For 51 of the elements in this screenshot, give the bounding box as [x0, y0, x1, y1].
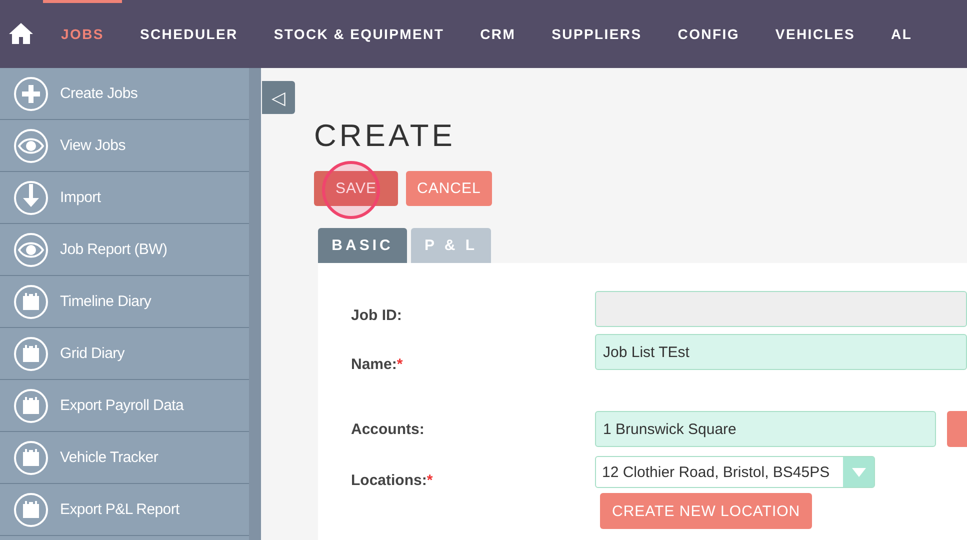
nav-tab[interactable]: STOCK & EQUIPMENT	[256, 0, 462, 68]
nav-tab[interactable]: AL	[873, 0, 930, 68]
sidebar-label: Vehicle Tracker	[60, 449, 158, 466]
nav-tab[interactable]: CONFIG	[660, 0, 758, 68]
calendar-icon	[13, 388, 49, 424]
field-label: Job ID:	[350, 306, 403, 324]
field-label: Name:*	[350, 355, 404, 373]
text-field[interactable]: 1 Brunswick Square	[595, 411, 936, 447]
sidebar-label: Export P&L Report	[60, 501, 180, 518]
sidebar-label: Export Payroll Data	[60, 397, 184, 414]
nav-tab[interactable]: SCHEDULER	[122, 0, 256, 68]
sidebar-item[interactable]: Import	[0, 172, 249, 224]
nav-tab[interactable]: SUPPLIERS	[534, 0, 660, 68]
calendar-icon	[13, 336, 49, 372]
collapse-button[interactable]: ◁	[262, 81, 295, 114]
sidebar-item[interactable]: Export Payroll Data	[0, 380, 249, 432]
field-label: Locations:*	[350, 471, 434, 489]
form-tab[interactable]: P & L	[411, 228, 491, 263]
save-button[interactable]: SAVE	[314, 171, 398, 206]
sidebar-label: Import	[60, 189, 101, 206]
plus-icon	[13, 76, 49, 112]
page-title: CREATE	[314, 118, 456, 155]
sidebar-item[interactable]: Create Jobs	[0, 68, 249, 120]
sidebar-item[interactable]: Job Report (BW)	[0, 224, 249, 276]
eye-icon	[13, 128, 49, 164]
create-location-button[interactable]: CREATE NEW LOCATION	[600, 493, 812, 529]
nav-tab[interactable]: CRM	[462, 0, 534, 68]
sidebar-scrollbar[interactable]	[249, 68, 261, 540]
sidebar-label: Create Jobs	[60, 85, 138, 102]
sidebar-label: View Jobs	[60, 137, 126, 154]
sidebar-item[interactable]: View Jobs	[0, 120, 249, 172]
dropdown-caret-icon	[852, 468, 866, 476]
sidebar-label: Timeline Diary	[60, 293, 152, 310]
home-icon[interactable]	[9, 22, 33, 46]
sidebar-item[interactable]: Export P&L Report	[0, 484, 249, 536]
sidebar-item[interactable]: Timeline Diary	[0, 276, 249, 328]
location-dropdown[interactable]: 12 Clothier Road, Bristol, BS45PS	[595, 456, 875, 488]
sidebar-item[interactable]: Vehicle Tracker	[0, 432, 249, 484]
calendar-icon	[13, 492, 49, 528]
cancel-button[interactable]: CANCEL	[406, 171, 492, 206]
sidebar-item[interactable]: Grid Diary	[0, 328, 249, 380]
text-field[interactable]: Job List TEst	[595, 334, 967, 370]
nav-tab[interactable]: VEHICLES	[757, 0, 874, 68]
eye-icon	[13, 232, 49, 268]
select-button[interactable]	[947, 411, 967, 447]
field-label: Accounts:	[350, 420, 426, 438]
calendar-icon	[13, 440, 49, 476]
sidebar-label: Grid Diary	[60, 345, 125, 362]
calendar-icon	[13, 284, 49, 320]
sidebar-label: Job Report (BW)	[60, 241, 168, 258]
form-tab[interactable]: BASIC	[318, 228, 407, 263]
